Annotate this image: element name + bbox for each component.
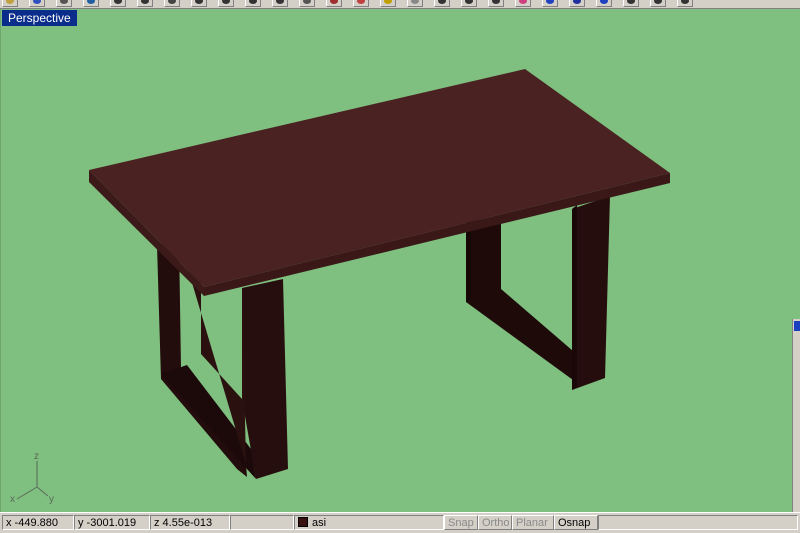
point-button[interactable] [434, 0, 450, 7]
light-icon [384, 0, 392, 4]
material-button[interactable] [596, 0, 612, 7]
rotate-button[interactable] [164, 0, 180, 7]
axis-y-label: y [49, 494, 54, 505]
curve-button[interactable] [461, 0, 477, 7]
panel-edge-marker [794, 321, 800, 331]
grid-icon [303, 0, 311, 4]
render-blue-button[interactable] [542, 0, 558, 7]
select-icon [141, 0, 149, 4]
leg-back-right[interactable] [466, 216, 573, 380]
current-layer[interactable]: asi [294, 515, 444, 530]
edit-icon [492, 0, 500, 4]
select-button[interactable] [137, 0, 153, 7]
properties-icon [654, 0, 662, 4]
layer-button[interactable] [623, 0, 639, 7]
save-icon [33, 0, 41, 4]
coord-y: y -3001.019 [74, 515, 150, 530]
side-panel-edge [792, 319, 800, 512]
help-button[interactable] [677, 0, 693, 7]
light-button[interactable] [380, 0, 396, 7]
shade-icon [330, 0, 338, 4]
axis-z-label: z [34, 451, 39, 462]
pointer-icon [114, 0, 122, 4]
zoom-extents-button[interactable] [272, 0, 288, 7]
undo-icon [87, 0, 95, 4]
coord-z: z 4.55e-013 [150, 515, 230, 530]
zoom-extents-icon [276, 0, 284, 4]
render-blue-icon [546, 0, 554, 4]
point-icon [438, 0, 446, 4]
coord-x: x -449.880 [2, 515, 74, 530]
grid-button[interactable] [299, 0, 315, 7]
layer-icon [627, 0, 635, 4]
sphere-button[interactable] [407, 0, 423, 7]
status-spacer [230, 515, 294, 530]
print-button[interactable] [56, 0, 72, 7]
folder-icon [6, 0, 14, 4]
zoom-icon [195, 0, 203, 4]
zoom-window-button[interactable] [218, 0, 234, 7]
planar-toggle[interactable]: Planar [512, 515, 554, 530]
shade-button[interactable] [326, 0, 342, 7]
viewport-title[interactable]: Perspective [2, 10, 77, 26]
layer-color-swatch [298, 517, 308, 527]
sphere-blue-icon [573, 0, 581, 4]
world-axes-indicator [16, 461, 49, 500]
edit-button[interactable] [488, 0, 504, 7]
zoom-button[interactable] [191, 0, 207, 7]
axis-x-label: x [10, 494, 15, 505]
properties-button[interactable] [650, 0, 666, 7]
perspective-viewport[interactable]: z x y Perspective [0, 9, 800, 512]
sphere-blue-button[interactable] [569, 0, 585, 7]
folder-button[interactable] [2, 0, 18, 7]
snap-toggle[interactable]: Snap [444, 515, 478, 530]
pan-button[interactable] [245, 0, 261, 7]
material-icon [600, 0, 608, 4]
color-wheel-icon [519, 0, 527, 4]
help-icon [681, 0, 689, 4]
layer-name: asi [312, 517, 327, 529]
leg-front-right-side[interactable] [572, 205, 577, 390]
pan-icon [249, 0, 257, 4]
status-bar: x -449.880 y -3001.019 z 4.55e-013 asi S… [0, 512, 800, 533]
status-message [598, 515, 798, 530]
undo-button[interactable] [83, 0, 99, 7]
ortho-toggle[interactable]: Ortho [478, 515, 512, 530]
curve-icon [465, 0, 473, 4]
sphere-icon [411, 0, 419, 4]
zoom-window-icon [222, 0, 230, 4]
color-wheel-button[interactable] [515, 0, 531, 7]
pointer-button[interactable] [110, 0, 126, 7]
render-button[interactable] [353, 0, 369, 7]
leg-front-right-face[interactable] [572, 196, 610, 390]
osnap-toggle[interactable]: Osnap [554, 515, 598, 530]
rotate-icon [168, 0, 176, 4]
top-toolbar [0, 0, 800, 9]
print-icon [60, 0, 68, 4]
render-icon [357, 0, 365, 4]
save-button[interactable] [29, 0, 45, 7]
table-model[interactable]: z x y [1, 9, 800, 512]
